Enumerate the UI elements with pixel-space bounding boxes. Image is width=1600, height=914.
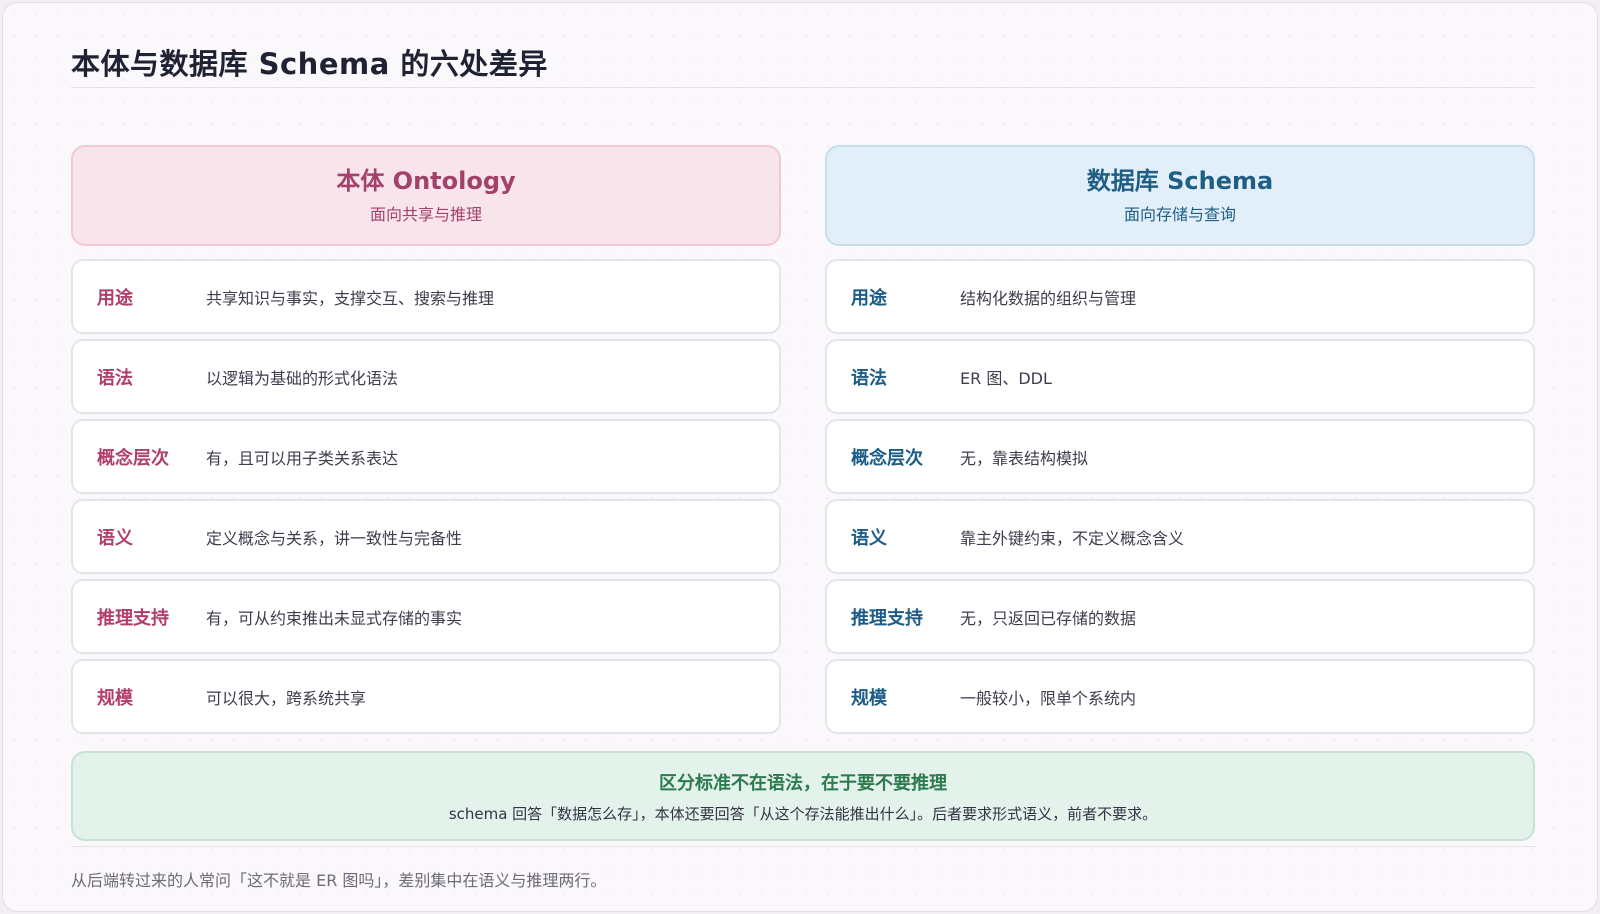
schema-header-title: 数据库 Schema bbox=[1086, 166, 1274, 195]
schema-row-semantics: 语义 靠主外键约束，不定义概念含义 bbox=[825, 499, 1535, 574]
ontology-column: 本体 Ontology 面向共享与推理 用途 共享知识与事实，支撑交互、搜索与推… bbox=[71, 145, 781, 739]
ontology-row-scale: 规模 可以很大，跨系统共享 bbox=[71, 659, 781, 734]
ontology-row-hierarchy: 概念层次 有，且可以用子类关系表达 bbox=[71, 419, 781, 494]
row-text: 共享知识与事实，支撑交互、搜索与推理 bbox=[206, 288, 495, 308]
ontology-row-syntax: 语法 以逻辑为基础的形式化语法 bbox=[71, 339, 781, 414]
row-text: 有，且可以用子类关系表达 bbox=[206, 448, 399, 468]
row-text: 无，只返回已存储的数据 bbox=[960, 608, 1137, 628]
row-text: 无，靠表结构模拟 bbox=[960, 448, 1089, 468]
row-label: 概念层次 bbox=[851, 447, 923, 469]
row-label: 规模 bbox=[851, 687, 887, 709]
ontology-header-subtitle: 面向共享与推理 bbox=[369, 205, 482, 225]
summary-text: schema 回答「数据怎么存」，本体还要回答「从这个存法能推出什么」。后者要求… bbox=[448, 804, 1158, 823]
row-label: 用途 bbox=[97, 287, 133, 309]
footnote: 从后端转过来的人常问「这不就是 ER 图吗」，差别集中在语义与推理两行。 bbox=[71, 871, 607, 890]
schema-row-scale: 规模 一般较小，限单个系统内 bbox=[825, 659, 1535, 734]
schema-header-card: 数据库 Schema 面向存储与查询 bbox=[825, 145, 1535, 246]
row-label: 语法 bbox=[97, 367, 133, 389]
ontology-row-semantics: 语义 定义概念与关系，讲一致性与完备性 bbox=[71, 499, 781, 574]
row-text: 可以很大，跨系统共享 bbox=[206, 688, 367, 708]
row-label: 概念层次 bbox=[97, 447, 169, 469]
slide-frame: 本体与数据库 Schema 的六处差异 本体 Ontology 面向共享与推理 … bbox=[2, 2, 1598, 912]
row-label: 规模 bbox=[97, 687, 133, 709]
schema-row-purpose: 用途 结构化数据的组织与管理 bbox=[825, 259, 1535, 334]
row-label: 推理支持 bbox=[851, 607, 923, 629]
schema-header-subtitle: 面向存储与查询 bbox=[1123, 205, 1236, 225]
row-label: 用途 bbox=[851, 287, 887, 309]
row-label: 语法 bbox=[851, 367, 887, 389]
row-text: 结构化数据的组织与管理 bbox=[960, 288, 1137, 308]
row-text: 靠主外键约束，不定义概念含义 bbox=[960, 528, 1185, 548]
footer-divider bbox=[71, 846, 1535, 847]
summary-title: 区分标准不在语法，在于要不要推理 bbox=[659, 772, 947, 794]
page-title: 本体与数据库 Schema 的六处差异 bbox=[71, 47, 548, 81]
row-label: 语义 bbox=[97, 527, 133, 549]
row-label: 推理支持 bbox=[97, 607, 169, 629]
ontology-rows: 用途 共享知识与事实，支撑交互、搜索与推理 语法 以逻辑为基础的形式化语法 概念… bbox=[71, 259, 781, 734]
schema-row-reasoning: 推理支持 无，只返回已存储的数据 bbox=[825, 579, 1535, 654]
row-text: 一般较小，限单个系统内 bbox=[960, 688, 1137, 708]
ontology-row-reasoning: 推理支持 有，可从约束推出未显式存储的事实 bbox=[71, 579, 781, 654]
ontology-header-card: 本体 Ontology 面向共享与推理 bbox=[71, 145, 781, 246]
schema-row-hierarchy: 概念层次 无，靠表结构模拟 bbox=[825, 419, 1535, 494]
summary-callout: 区分标准不在语法，在于要不要推理 schema 回答「数据怎么存」，本体还要回答… bbox=[71, 751, 1535, 841]
ontology-header-title: 本体 Ontology bbox=[336, 166, 516, 195]
row-text: 有，可从约束推出未显式存储的事实 bbox=[206, 608, 463, 628]
title-divider bbox=[71, 87, 1535, 88]
row-text: 定义概念与关系，讲一致性与完备性 bbox=[206, 528, 463, 548]
row-text: ER 图、DDL bbox=[960, 368, 1052, 388]
schema-rows: 用途 结构化数据的组织与管理 语法 ER 图、DDL 概念层次 无，靠表结构模拟… bbox=[825, 259, 1535, 734]
row-text: 以逻辑为基础的形式化语法 bbox=[206, 368, 399, 388]
schema-row-syntax: 语法 ER 图、DDL bbox=[825, 339, 1535, 414]
row-label: 语义 bbox=[851, 527, 887, 549]
ontology-row-purpose: 用途 共享知识与事实，支撑交互、搜索与推理 bbox=[71, 259, 781, 334]
schema-column: 数据库 Schema 面向存储与查询 用途 结构化数据的组织与管理 语法 ER … bbox=[825, 145, 1535, 739]
